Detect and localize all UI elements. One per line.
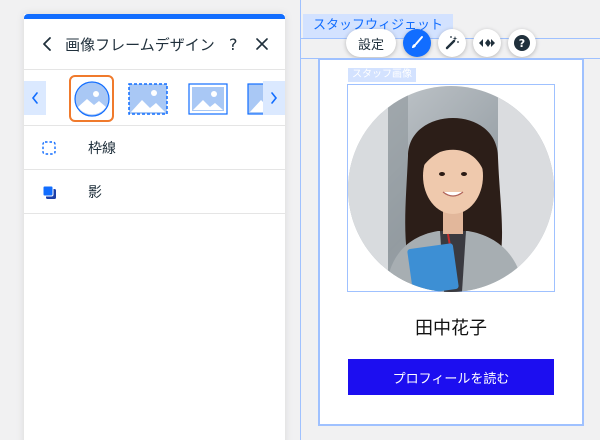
svg-text:?: ? (519, 37, 525, 50)
stretch-arrows-icon (479, 39, 496, 47)
option-border-label: 枠線 (88, 140, 116, 157)
option-shadow-label: 影 (88, 184, 102, 201)
help-button[interactable]: ? (508, 29, 537, 57)
chevron-right-icon (271, 92, 278, 104)
back-button[interactable] (36, 33, 57, 55)
shadow-icon (40, 183, 58, 201)
staff-image-label: スタッフ画像 (348, 68, 416, 82)
chevron-left-icon (42, 37, 51, 51)
close-icon (256, 38, 269, 50)
frame-preset-circle[interactable] (69, 75, 114, 122)
frame-preset-dashed[interactable] (125, 75, 170, 122)
option-shadow[interactable]: 影 (24, 170, 285, 214)
circle-frame-icon (73, 80, 110, 117)
read-profile-button[interactable]: プロフィールを読む (348, 359, 554, 395)
help-circle-icon: ? (514, 35, 531, 51)
chevron-left-icon (31, 92, 38, 104)
carousel-prev-button[interactable] (24, 81, 46, 115)
frame-preset-framed[interactable] (185, 75, 230, 122)
framed-rect-icon (187, 82, 228, 115)
staff-name: 田中花子 (415, 318, 487, 339)
help-button[interactable]: ? (223, 33, 244, 55)
animation-button[interactable] (438, 29, 467, 57)
settings-button[interactable]: 設定 (346, 29, 397, 57)
close-button[interactable] (252, 33, 273, 55)
dashed-rect-frame-icon (127, 82, 168, 115)
panel-header: 画像フレームデザイン ? (24, 19, 285, 69)
stretch-button[interactable] (473, 29, 502, 57)
panel-title: 画像フレームデザイン (65, 35, 215, 54)
alignment-guide (300, 0, 301, 440)
image-frame-design-panel: 画像フレームデザイン ? 枠線 影 (24, 14, 285, 440)
frame-presets-carousel (24, 69, 285, 126)
magic-wand-icon (445, 36, 459, 50)
border-dashed-icon (40, 139, 58, 157)
staff-portrait-image (348, 86, 554, 292)
brush-icon (412, 36, 424, 48)
design-button[interactable] (403, 29, 432, 57)
staff-photo[interactable] (348, 86, 554, 292)
widget-toolbar: 設定 ? (346, 28, 537, 58)
option-border[interactable]: 枠線 (24, 126, 285, 170)
carousel-next-button[interactable] (263, 81, 285, 115)
